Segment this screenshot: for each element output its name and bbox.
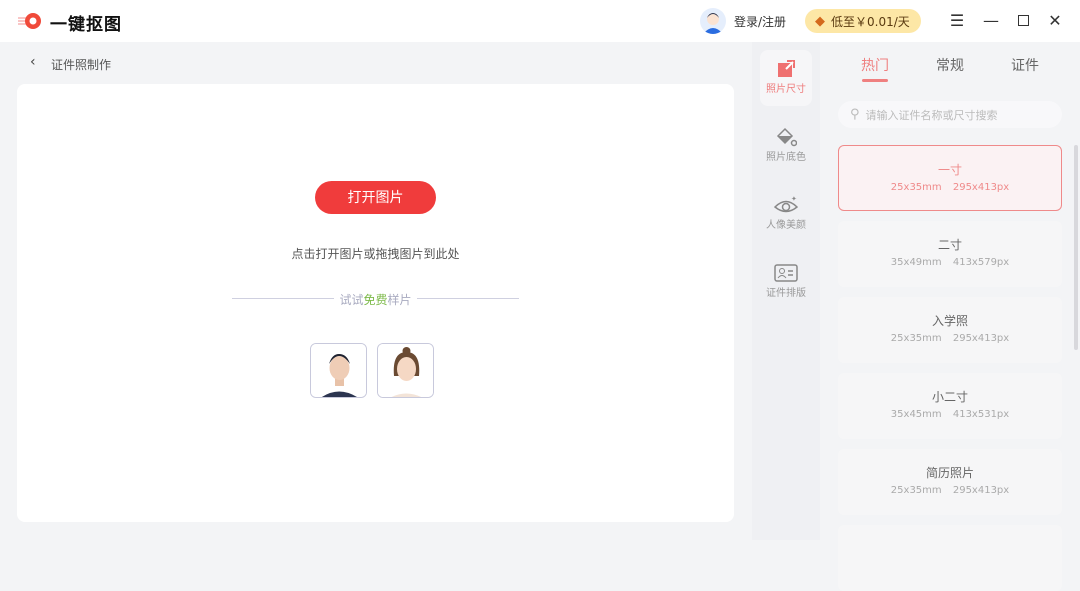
tool-photo-size[interactable]: 照片尺寸 xyxy=(760,50,812,106)
size-card[interactable]: 简历照片 25x35mm 295x413px xyxy=(838,449,1062,515)
svg-text:✦: ✦ xyxy=(791,196,797,203)
id-card-icon xyxy=(774,264,798,282)
tab-hot[interactable]: 热门 xyxy=(861,55,889,75)
close-button[interactable]: ✕ xyxy=(1045,11,1065,31)
tool-background-color[interactable]: 照片底色 xyxy=(760,118,812,174)
resize-icon xyxy=(778,60,795,77)
open-image-button[interactable]: 打开图片 xyxy=(315,181,436,214)
sample-photo-male[interactable] xyxy=(310,343,367,398)
paint-bucket-icon xyxy=(776,127,797,147)
size-card[interactable]: 二寸 35x49mm 413x579px xyxy=(838,221,1062,287)
vip-button[interactable]: ◆ 低至￥0.01/天 xyxy=(805,9,921,33)
tool-layout[interactable]: 证件排版 xyxy=(760,254,812,310)
minimize-button[interactable]: — xyxy=(981,11,1001,31)
sample-photo-female[interactable] xyxy=(377,343,434,398)
vip-label: 低至￥0.01/天 xyxy=(831,14,910,29)
menu-icon[interactable]: ☰ xyxy=(947,11,967,31)
app-logo-icon xyxy=(18,13,41,29)
app-name: 一键抠图 xyxy=(50,15,122,35)
tab-certificate[interactable]: 证件 xyxy=(1011,55,1039,75)
drop-hint: 点击打开图片或拖拽图片到此处 xyxy=(291,247,460,261)
breadcrumb: 证件照制作 xyxy=(51,58,112,72)
avatar[interactable] xyxy=(700,8,726,34)
back-icon[interactable]: ‹ xyxy=(30,54,36,70)
scrollbar[interactable] xyxy=(1074,145,1078,350)
size-card[interactable]: 入学照 25x35mm 295x413px xyxy=(838,297,1062,363)
diamond-icon: ◆ xyxy=(815,13,825,29)
tab-underline xyxy=(862,79,888,82)
sample-label: 试试免费样片 xyxy=(339,293,412,307)
search-icon: ⚲ xyxy=(850,107,860,122)
tool-beauty[interactable]: ✦ 人像美颜 xyxy=(760,186,812,242)
eye-sparkle-icon: ✦ xyxy=(774,196,798,213)
size-card[interactable]: 一寸 25x35mm 295x413px xyxy=(838,145,1062,211)
size-card[interactable] xyxy=(838,525,1062,591)
size-card[interactable]: 小二寸 35x45mm 413x531px xyxy=(838,373,1062,439)
search-input[interactable]: ⚲ 请输入证件名称或尺寸搜索 xyxy=(838,101,1062,128)
tab-regular[interactable]: 常规 xyxy=(936,55,964,75)
login-link[interactable]: 登录/注册 xyxy=(734,13,786,30)
maximize-button[interactable] xyxy=(1013,11,1033,31)
